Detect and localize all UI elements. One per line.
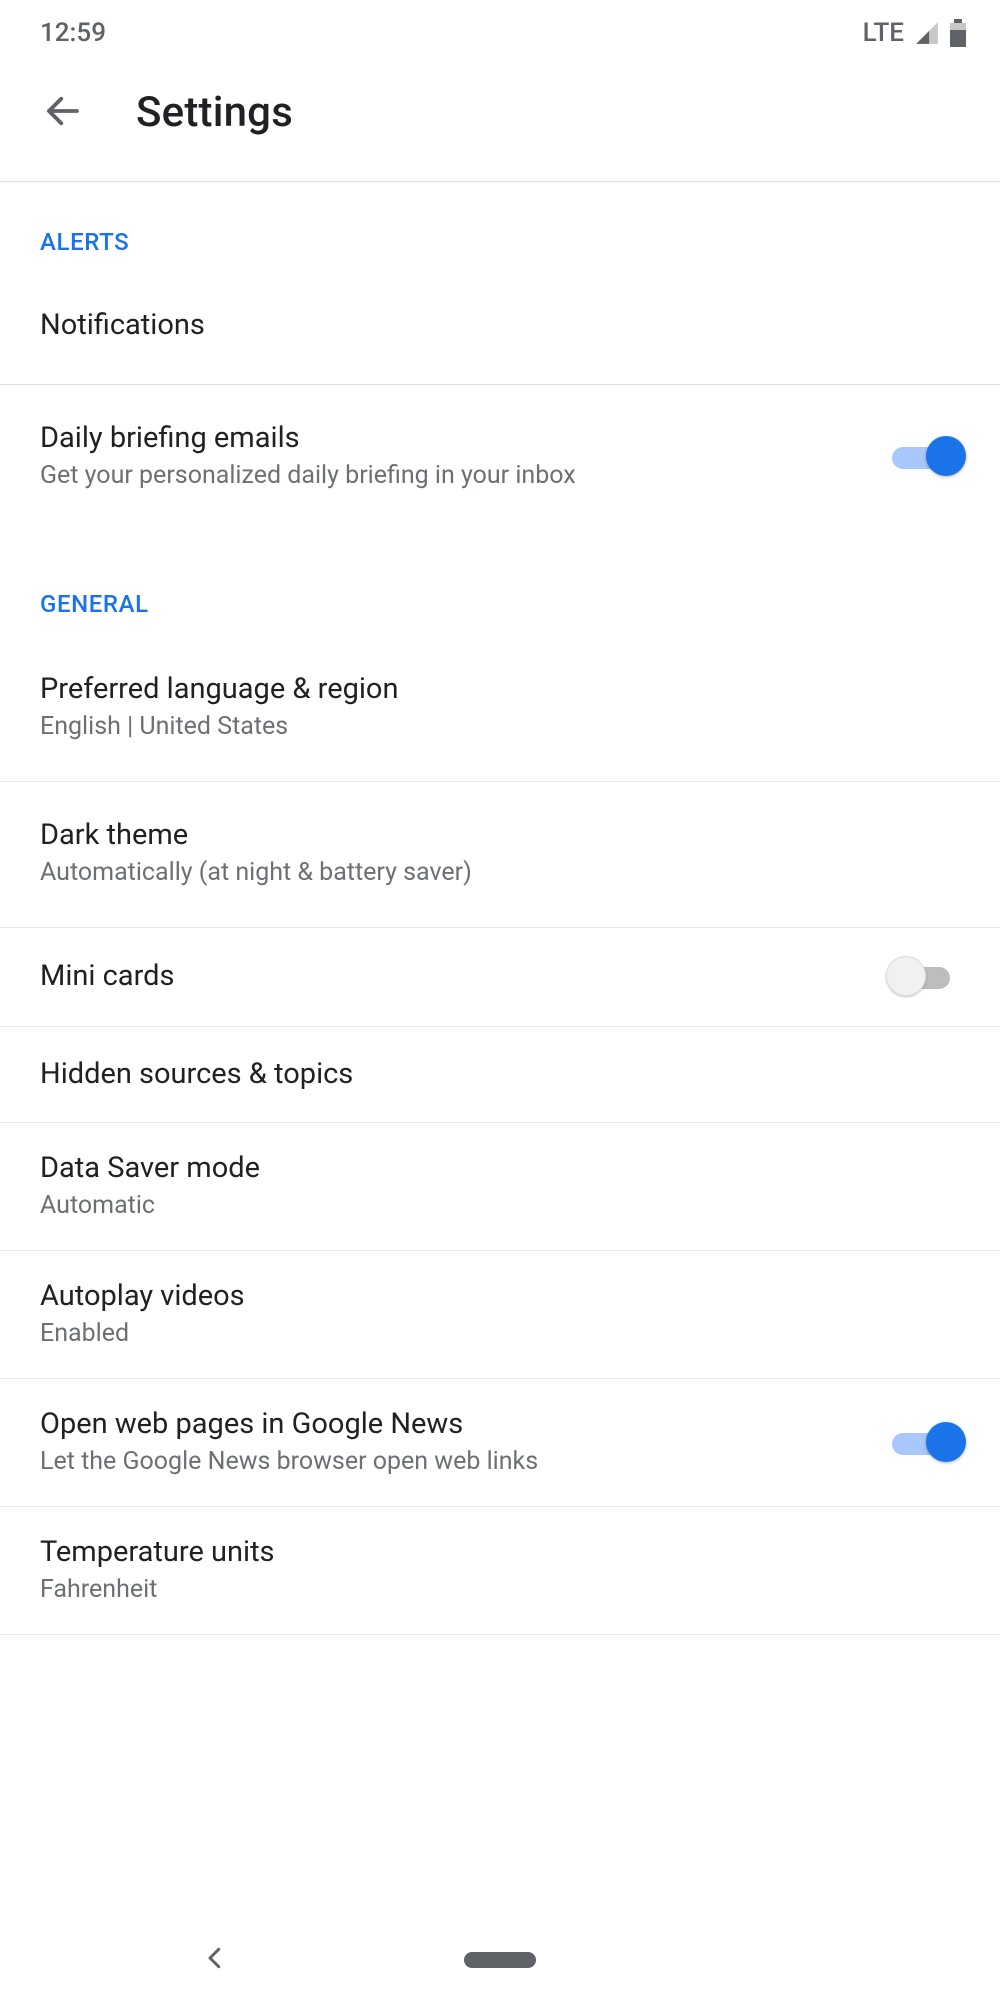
setting-subtitle: Let the Google News browser open web lin… [40, 1447, 538, 1476]
setting-title: Autoplay videos [40, 1279, 245, 1313]
setting-dark-theme[interactable]: Dark theme Automatically (at night & bat… [0, 782, 1000, 928]
signal-icon [914, 20, 940, 46]
toggle-mini-cards[interactable] [892, 956, 960, 996]
toggle-open-web[interactable] [892, 1422, 960, 1462]
setting-daily-briefing[interactable]: Daily briefing emails Get your personali… [0, 385, 1000, 544]
setting-temperature-units[interactable]: Temperature units Fahrenheit [0, 1507, 1000, 1635]
setting-hidden-sources[interactable]: Hidden sources & topics [0, 1027, 1000, 1123]
setting-title: Data Saver mode [40, 1151, 260, 1185]
system-nav-bar [0, 1920, 1000, 2000]
setting-title: Daily briefing emails [40, 421, 576, 455]
status-network: LTE [863, 18, 904, 48]
setting-autoplay-videos[interactable]: Autoplay videos Enabled [0, 1251, 1000, 1379]
setting-notifications[interactable]: Notifications [0, 274, 1000, 384]
back-arrow-icon[interactable] [42, 90, 84, 136]
status-right: LTE [863, 18, 966, 48]
status-bar: 12:59 LTE [0, 0, 1000, 58]
toggle-daily-briefing[interactable] [892, 436, 960, 476]
setting-subtitle: Automatically (at night & battery saver) [40, 858, 472, 887]
app-bar: Settings [0, 58, 1000, 181]
setting-subtitle: Get your personalized daily briefing in … [40, 461, 576, 490]
setting-title: Notifications [40, 308, 205, 342]
setting-subtitle: Enabled [40, 1319, 245, 1348]
battery-icon [950, 19, 966, 47]
setting-mini-cards[interactable]: Mini cards [0, 928, 1000, 1027]
setting-title: Dark theme [40, 818, 472, 852]
setting-title: Open web pages in Google News [40, 1407, 538, 1441]
setting-title: Mini cards [40, 959, 174, 993]
setting-title: Preferred language & region [40, 672, 398, 706]
status-time: 12:59 [40, 18, 106, 48]
setting-subtitle: Automatic [40, 1191, 260, 1220]
setting-data-saver[interactable]: Data Saver mode Automatic [0, 1123, 1000, 1251]
section-header-alerts: ALERTS [0, 182, 1000, 274]
setting-title: Hidden sources & topics [40, 1057, 353, 1091]
setting-language-region[interactable]: Preferred language & region English | Un… [0, 636, 1000, 782]
page-title: Settings [136, 88, 293, 137]
section-header-general: GENERAL [0, 544, 1000, 636]
nav-home-pill[interactable] [464, 1952, 536, 1968]
setting-subtitle: English | United States [40, 712, 398, 741]
setting-title: Temperature units [40, 1535, 275, 1569]
setting-subtitle: Fahrenheit [40, 1575, 275, 1604]
setting-open-web-pages[interactable]: Open web pages in Google News Let the Go… [0, 1379, 1000, 1507]
nav-back-icon[interactable] [200, 1943, 230, 1977]
